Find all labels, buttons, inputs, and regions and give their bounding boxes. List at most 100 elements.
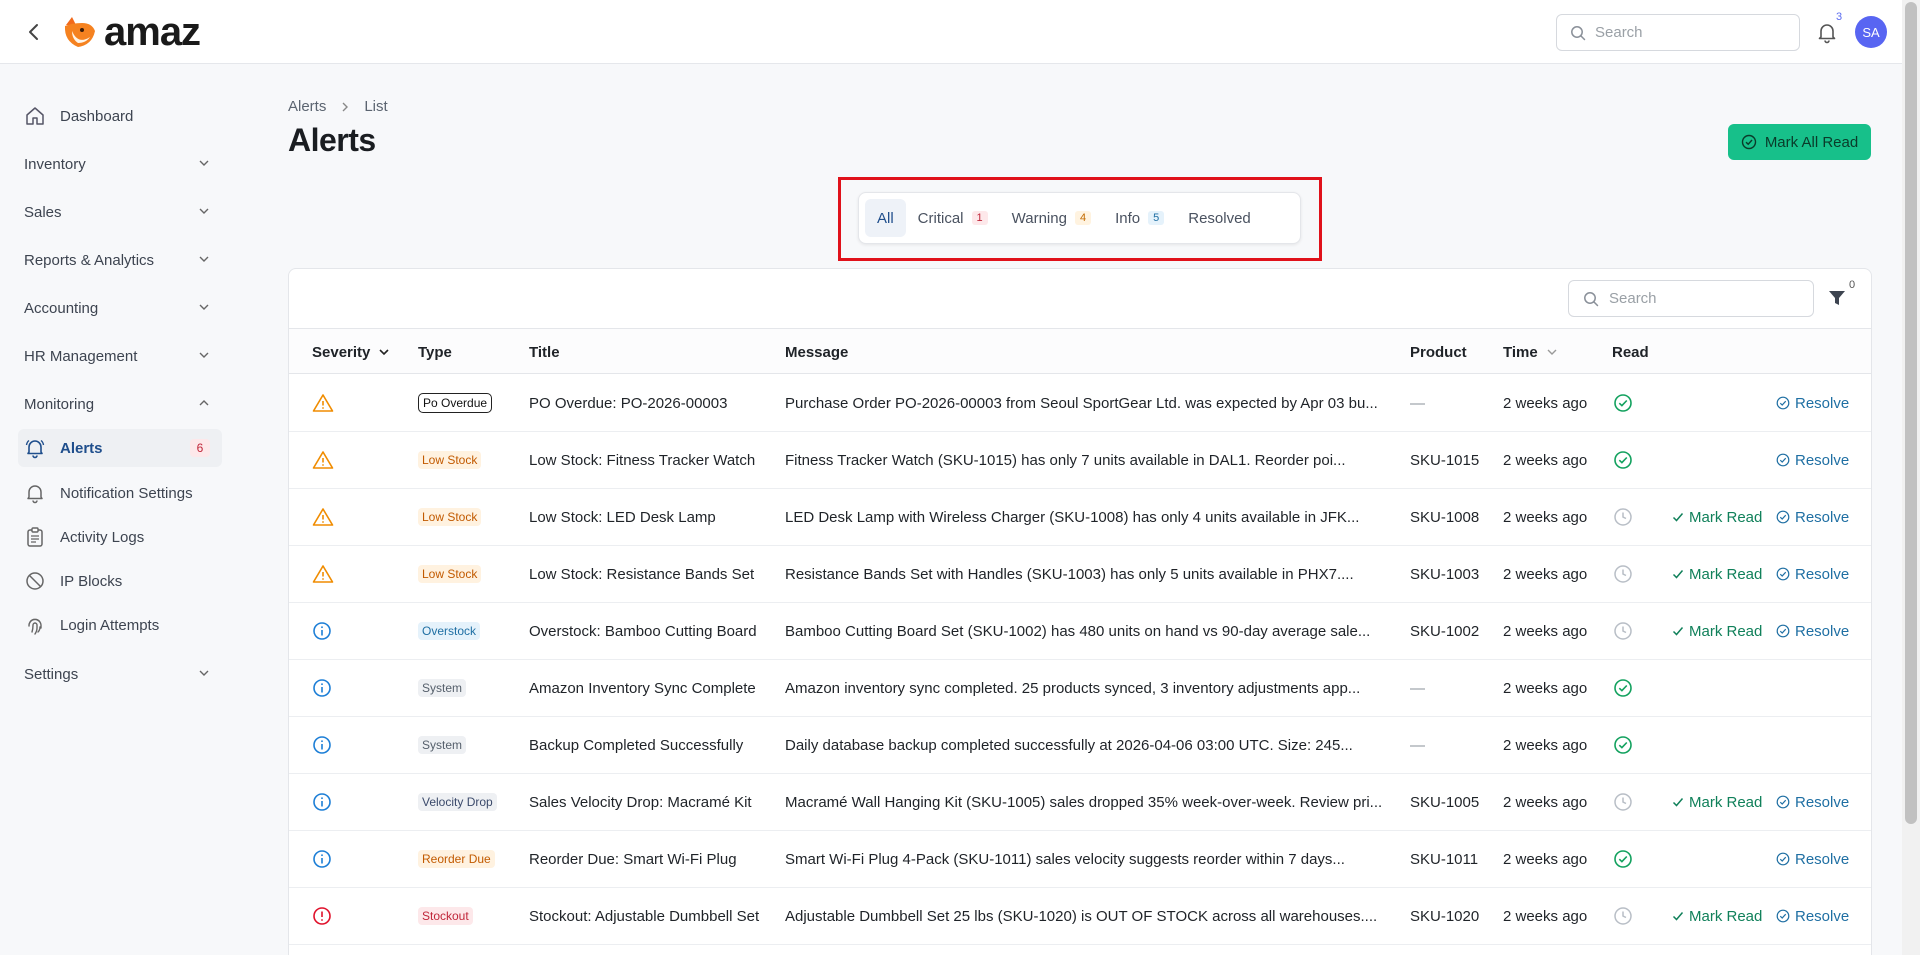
table-row[interactable]: System Amazon Inventory Sync Complete Amaz… — [289, 660, 1871, 717]
tab-label: Critical — [917, 209, 964, 227]
title-cell[interactable]: Low Stock: Fitness Tracker Watch — [529, 432, 774, 488]
info-icon — [313, 850, 331, 868]
resolve-button[interactable]: Resolve — [1776, 774, 1849, 830]
resolve-label: Resolve — [1795, 508, 1850, 526]
filter-icon[interactable] — [1826, 287, 1848, 309]
sidebar-item-notification-settings[interactable]: Notification Settings — [18, 474, 222, 512]
sidebar-item-sales[interactable]: Sales — [24, 193, 220, 231]
mark-read-button[interactable]: Mark Read — [1672, 603, 1762, 659]
check-circle-icon — [1776, 567, 1790, 581]
back-arrow-icon[interactable] — [24, 20, 44, 44]
user-avatar[interactable]: SA — [1855, 16, 1887, 48]
title-cell[interactable]: Amazon Inventory Sync Complete — [529, 660, 774, 716]
title-cell[interactable]: Backup Completed Successfully — [529, 717, 774, 773]
read-cell — [1613, 831, 1633, 887]
mark-read-button[interactable]: Mark Read — [1672, 489, 1762, 545]
table-search-placeholder: Search — [1609, 290, 1657, 307]
severity-cell — [312, 774, 332, 830]
sidebar-item-activity-logs[interactable]: Activity Logs — [18, 518, 222, 556]
resolve-button[interactable]: Resolve — [1776, 432, 1849, 488]
type-cell: Po Overdue — [418, 375, 493, 431]
info-icon — [313, 736, 331, 754]
tab-info[interactable]: Info 5 — [1103, 199, 1176, 237]
table-row[interactable]: Low Stock Low Stock: Fitness Tracker Watc… — [289, 432, 1871, 489]
sidebar-item-settings[interactable]: Settings — [24, 655, 220, 693]
title-cell[interactable]: Sales Velocity Drop: Macramé Kit — [529, 774, 774, 830]
page-scrollbar-thumb[interactable] — [1905, 2, 1917, 824]
mark-read-button[interactable]: Mark Read — [1672, 888, 1762, 944]
resolve-button[interactable]: Resolve — [1776, 888, 1849, 944]
app-logo[interactable]: amaz — [62, 12, 201, 52]
sidebar-item-alerts[interactable]: Alerts 6 — [18, 429, 222, 467]
sidebar-item-dashboard[interactable]: Dashboard — [24, 97, 220, 135]
sidebar-item-monitoring[interactable]: Monitoring — [24, 385, 220, 423]
sidebar-item-label: Reports & Analytics — [24, 251, 155, 269]
sidebar-item-accounting[interactable]: Accounting — [24, 289, 220, 327]
message-cell: Macramé Wall Hanging Kit (SKU-1005) sale… — [785, 793, 1383, 811]
column-time[interactable]: Time — [1503, 329, 1558, 375]
time-cell: 2 weeks ago — [1503, 850, 1588, 868]
resolve-label: Resolve — [1795, 850, 1850, 868]
warning-icon — [312, 394, 334, 412]
sidebar-item-reports[interactable]: Reports & Analytics — [24, 241, 220, 279]
column-severity[interactable]: Severity — [312, 329, 390, 375]
table-row[interactable]: Low Stock Low Stock: Resistance Bands Set… — [289, 546, 1871, 603]
resolve-button[interactable]: Resolve — [1776, 546, 1849, 602]
severity-cell — [312, 888, 332, 944]
resolve-button[interactable]: Resolve — [1776, 831, 1849, 887]
table-search-input[interactable]: Search — [1568, 280, 1814, 317]
alerts-count-badge: 6 — [190, 439, 210, 457]
sidebar-item-hr-management[interactable]: HR Management — [24, 337, 220, 375]
tab-all[interactable]: All — [865, 199, 906, 237]
sidebar-item-label: HR Management — [24, 347, 138, 365]
column-read: Read — [1612, 329, 1649, 375]
title-cell[interactable]: Stockout: Adjustable Dumbbell Set — [529, 888, 774, 944]
search-icon — [1571, 26, 1586, 41]
ban-icon — [24, 570, 46, 592]
fingerprint-icon — [24, 614, 46, 636]
tab-warning[interactable]: Warning 4 — [1000, 199, 1103, 237]
table-row[interactable]: Overstock Overstock: Bamboo Cutting Board… — [289, 603, 1871, 660]
check-circle-icon — [1776, 909, 1790, 923]
sidebar-item-inventory[interactable]: Inventory — [24, 145, 220, 183]
sidebar-item-login-attempts[interactable]: Login Attempts — [18, 606, 222, 644]
clipboard-icon — [24, 526, 46, 548]
column-product: Product — [1410, 329, 1467, 375]
table-row[interactable]: Reorder Due Reorder Due: Smart Wi-Fi Plug… — [289, 831, 1871, 888]
title-cell[interactable]: PO Overdue: PO-2026-00003 — [529, 375, 774, 431]
title-cell[interactable]: Overstock: Bamboo Cutting Board — [529, 603, 774, 659]
breadcrumb-alerts-link[interactable]: Alerts — [288, 98, 326, 115]
resolve-button[interactable]: Resolve — [1776, 489, 1849, 545]
table-row[interactable]: Velocity Drop Sales Velocity Drop: Macram… — [289, 774, 1871, 831]
chevron-down-icon — [199, 160, 209, 166]
mark-read-button[interactable]: Mark Read — [1672, 774, 1762, 830]
sidebar-item-label: Activity Logs — [60, 528, 145, 546]
table-row[interactable]: Stockout Stockout: Adjustable Dumbbell Se… — [289, 888, 1871, 945]
tab-critical[interactable]: Critical 1 — [906, 199, 1000, 237]
read-cell — [1613, 603, 1633, 659]
table-row[interactable]: System Backup Completed Successfully Daily… — [289, 717, 1871, 774]
tab-resolved[interactable]: Resolved — [1176, 199, 1263, 237]
message-cell: Amazon inventory sync completed. 25 prod… — [785, 679, 1361, 697]
mark-all-read-button[interactable]: Mark All Read — [1728, 124, 1871, 160]
severity-cell — [312, 489, 334, 545]
mark-read-button[interactable]: Mark Read — [1672, 546, 1762, 602]
tab-count: 1 — [971, 211, 988, 225]
table-row[interactable]: Low Stock Low Stock: LED Desk Lamp LED Des… — [289, 489, 1871, 546]
resolve-button[interactable]: Resolve — [1776, 375, 1849, 431]
title-cell[interactable]: Low Stock: Resistance Bands Set — [529, 546, 774, 602]
page-title: Alerts — [288, 122, 376, 158]
global-search-input[interactable]: Search — [1556, 14, 1800, 51]
table-row[interactable]: Po Overdue PO Overdue: PO-2026-00003 Purch… — [289, 375, 1871, 432]
message-cell: Resistance Bands Set with Handles (SKU-1… — [785, 565, 1354, 583]
notifications-bell-icon[interactable] — [1815, 20, 1839, 44]
sidebar-item-ip-blocks[interactable]: IP Blocks — [18, 562, 222, 600]
sidebar-item-label: Notification Settings — [60, 484, 193, 502]
type-badge: Low Stock — [418, 508, 482, 526]
title-cell[interactable]: Low Stock: LED Desk Lamp — [529, 489, 774, 545]
search-icon — [1584, 292, 1599, 307]
severity-cell — [312, 603, 332, 659]
resolve-button[interactable]: Resolve — [1776, 603, 1849, 659]
title-cell[interactable]: Reorder Due: Smart Wi-Fi Plug — [529, 831, 774, 887]
check-circle-icon — [1776, 852, 1790, 866]
